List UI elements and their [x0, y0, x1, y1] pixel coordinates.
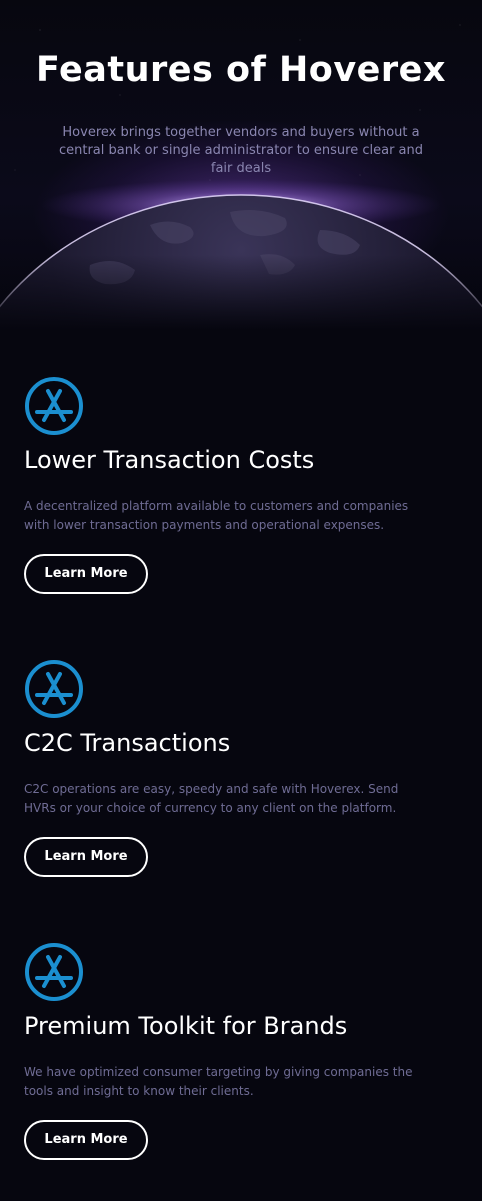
feature-title: Premium Toolkit for Brands	[24, 1012, 348, 1040]
learn-more-button[interactable]: Learn More	[24, 837, 148, 877]
app-store-icon	[25, 660, 83, 718]
feature-card: Lower Transaction Costs A decentralized …	[24, 376, 444, 594]
hero-section: Features of Hoverex Hoverex brings toget…	[0, 0, 482, 330]
feature-title: C2C Transactions	[24, 729, 231, 757]
feature-card: C2C Transactions C2C operations are easy…	[24, 659, 444, 877]
learn-more-button[interactable]: Learn More	[24, 554, 148, 594]
feature-description: A decentralized platform available to cu…	[24, 499, 409, 532]
learn-more-button[interactable]: Learn More	[24, 1120, 148, 1160]
page-title: Features of Hoverex	[36, 50, 446, 90]
feature-description: We have optimized consumer targeting by …	[24, 1065, 413, 1098]
app-store-icon	[25, 377, 83, 435]
app-store-icon	[25, 943, 83, 1001]
feature-title: Lower Transaction Costs	[24, 446, 315, 474]
feature-card: Premium Toolkit for Brands We have optim…	[24, 942, 444, 1160]
feature-description: C2C operations are easy, speedy and safe…	[24, 782, 399, 815]
hero-subtitle: Hoverex brings together vendors and buye…	[58, 125, 424, 176]
